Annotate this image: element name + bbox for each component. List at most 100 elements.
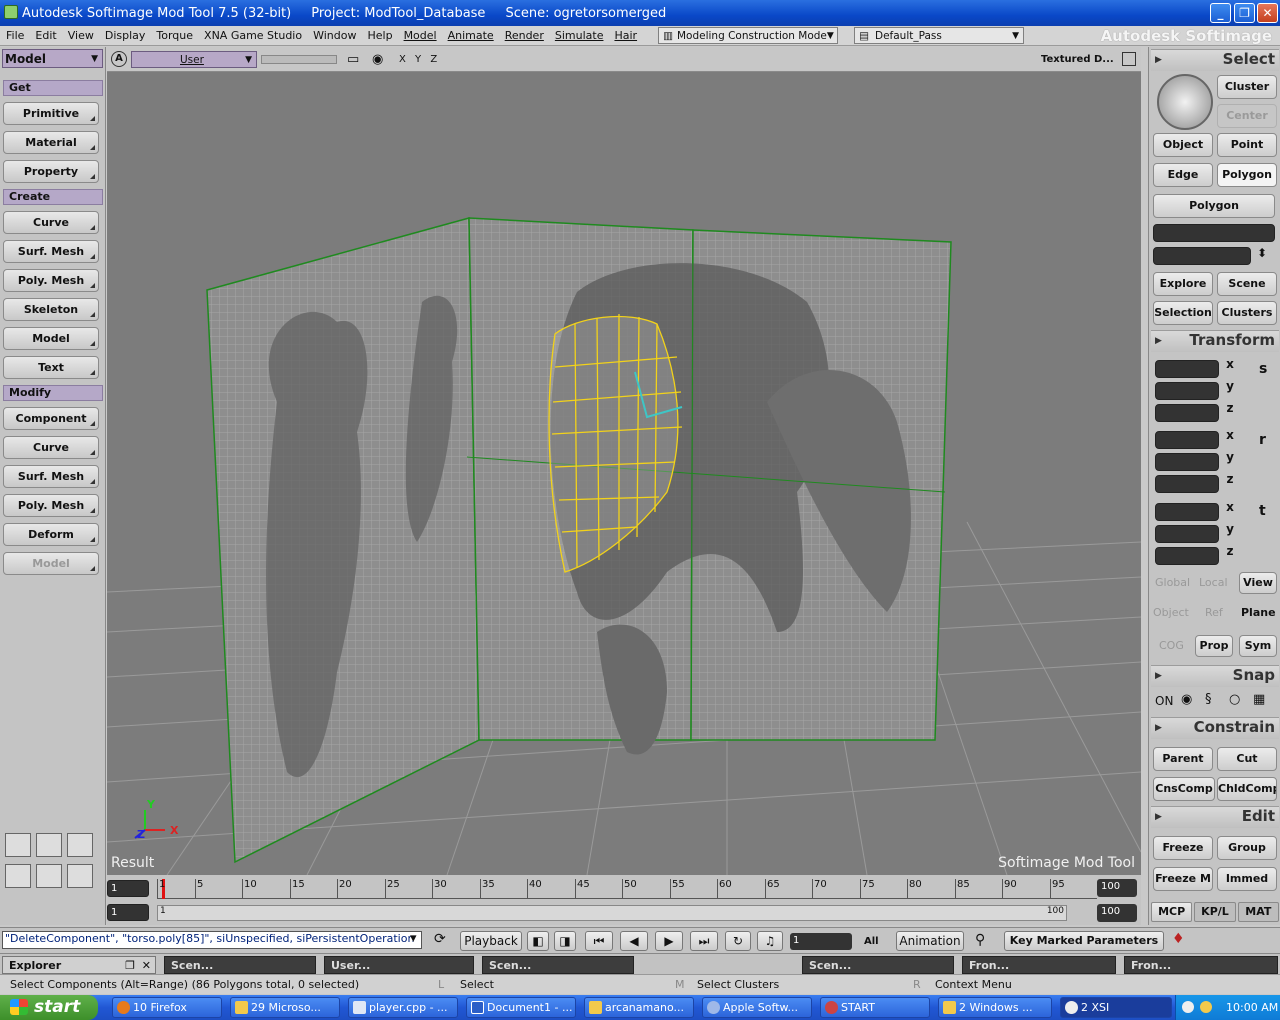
playback-menu[interactable]: Playback	[460, 931, 522, 951]
close-button[interactable]: ✕	[1257, 3, 1278, 23]
global-option[interactable]: Global	[1155, 576, 1190, 589]
translate-x-field[interactable]	[1155, 503, 1219, 521]
task-apple-software[interactable]: Apple Softw...	[702, 997, 812, 1018]
key-marked-parameters-button[interactable]: Key Marked Parameters	[1004, 931, 1164, 951]
menu-hair[interactable]: Hair	[614, 29, 637, 42]
animation-menu[interactable]: Animation	[896, 931, 964, 951]
deform-button[interactable]: Deform	[3, 523, 99, 546]
constrain-header[interactable]: Constrain	[1151, 717, 1279, 739]
prev-key-icon[interactable]: ◧	[527, 931, 549, 951]
ref-option[interactable]: Ref	[1205, 606, 1223, 619]
task-xsi[interactable]: 2 XSI	[1060, 997, 1172, 1018]
task-firefox[interactable]: 10 Firefox	[112, 997, 222, 1018]
rotate-z-field[interactable]	[1155, 475, 1219, 493]
rotate-y-field[interactable]	[1155, 453, 1219, 471]
construction-mode-dropdown[interactable]: ▥ Modeling Construction Mode ▼	[658, 27, 839, 44]
sym-option[interactable]: Sym	[1239, 635, 1277, 657]
maximize-viewport-icon[interactable]	[1122, 52, 1136, 66]
loop-icon[interactable]: ↻	[725, 931, 751, 951]
polygon-button[interactable]: Polygon	[1217, 163, 1277, 187]
menu-render[interactable]: Render	[505, 29, 544, 42]
material-button[interactable]: Material	[3, 131, 99, 154]
3d-viewport[interactable]: Y X Z Result Softimage Mod Tool	[107, 72, 1141, 875]
component-button[interactable]: Component	[3, 407, 99, 430]
view-slots[interactable]	[261, 55, 337, 64]
edge-button[interactable]: Edge	[1153, 163, 1213, 187]
play-backward-icon[interactable]: ◀	[620, 931, 648, 951]
start-button[interactable]: start	[0, 995, 98, 1020]
task-arcanamano[interactable]: arcanamano...	[584, 997, 694, 1018]
eye-icon[interactable]: ◉	[372, 52, 383, 67]
menu-xna[interactable]: XNA Game Studio	[204, 29, 302, 42]
object-ref-option[interactable]: Object	[1153, 606, 1189, 619]
menu-animate[interactable]: Animate	[448, 29, 494, 42]
transform-header[interactable]: Transform	[1151, 330, 1279, 352]
command-history-icon[interactable]: ▾	[410, 931, 417, 946]
scene-view-tab-3[interactable]: Scen...	[802, 956, 954, 974]
scale-icon[interactable]: s	[1259, 361, 1267, 377]
snap-surface-icon[interactable]: ○	[1229, 692, 1240, 707]
stepper-icon[interactable]: ⬍	[1257, 246, 1267, 260]
menu-torque[interactable]: Torque	[156, 29, 193, 42]
last-frame-icon[interactable]: ⏭	[690, 931, 718, 951]
front-view-tab-2[interactable]: Fron...	[1124, 956, 1278, 974]
plane-option[interactable]: Plane	[1241, 606, 1276, 619]
script-editor-icon[interactable]: ⟳	[434, 931, 446, 947]
cut-button[interactable]: Cut	[1217, 747, 1277, 771]
toolbar-selector[interactable]: Model ▼	[2, 49, 103, 68]
tray-app-icon[interactable]	[1200, 1001, 1212, 1013]
rotate-x-field[interactable]	[1155, 431, 1219, 449]
menu-window[interactable]: Window	[313, 29, 356, 42]
selection-field[interactable]	[1153, 224, 1275, 242]
modify-curve-button[interactable]: Curve	[3, 436, 99, 459]
create-curve-button[interactable]: Curve	[3, 211, 99, 234]
all-option[interactable]: All	[864, 936, 879, 947]
next-key-icon[interactable]: ◨	[554, 931, 576, 951]
parent-button[interactable]: Parent	[1153, 747, 1213, 771]
snap-grid-icon[interactable]: ▦	[1253, 692, 1265, 707]
view-option[interactable]: View	[1239, 572, 1277, 594]
layout-grid-icon[interactable]	[67, 864, 93, 888]
property-button[interactable]: Property	[3, 160, 99, 183]
selection-filter-field[interactable]	[1153, 247, 1251, 265]
rotate-icon[interactable]: r	[1259, 432, 1266, 448]
task-player-cpp[interactable]: player.cpp - ...	[348, 997, 458, 1018]
timeline-ruler[interactable]: 1 5 10 15 20 25 30 35 40 45 50 55 60 65 70 75 80 85 90 95	[157, 879, 1097, 899]
camera-icon[interactable]: ▭	[347, 52, 359, 67]
tab-kpl[interactable]: KP/L	[1194, 902, 1236, 922]
snap-point-icon[interactable]: ◉	[1181, 692, 1192, 707]
close-icon[interactable]: ✕	[142, 957, 151, 973]
layout-tile-icon[interactable]	[5, 864, 31, 888]
first-frame-icon[interactable]: ⏮	[585, 931, 613, 951]
select-header[interactable]: Select	[1151, 49, 1279, 71]
select-arrow-icon[interactable]	[1157, 74, 1213, 130]
polygon-menu-button[interactable]: Polygon	[1153, 194, 1275, 218]
range-end-field[interactable]: 100	[1097, 904, 1137, 922]
task-microsoft[interactable]: 29 Microso...	[230, 997, 340, 1018]
group-button[interactable]: Group	[1217, 836, 1277, 860]
layout-four-icon[interactable]	[67, 833, 93, 857]
menu-simulate[interactable]: Simulate	[555, 29, 604, 42]
object-button[interactable]: Object	[1153, 133, 1213, 157]
keyframe-icon[interactable]: ♦	[1172, 931, 1185, 947]
clusters-button[interactable]: Clusters	[1217, 301, 1277, 325]
modify-surf-mesh-button[interactable]: Surf. Mesh	[3, 465, 99, 488]
chldcomp-button[interactable]: ChldComp	[1217, 777, 1277, 801]
layout-vertical-icon[interactable]	[36, 864, 62, 888]
play-forward-icon[interactable]: ▶	[655, 931, 683, 951]
tab-mat[interactable]: MAT	[1237, 902, 1279, 922]
menu-help[interactable]: Help	[367, 29, 392, 42]
minimize-button[interactable]: _	[1210, 3, 1231, 23]
selection-button[interactable]: Selection	[1153, 301, 1213, 325]
tab-mcp[interactable]: MCP	[1151, 902, 1193, 922]
create-surf-mesh-button[interactable]: Surf. Mesh	[3, 240, 99, 263]
snap-on-toggle[interactable]: ON	[1155, 694, 1173, 708]
scale-z-field[interactable]	[1155, 404, 1219, 422]
viewport-letter-icon[interactable]: A	[111, 51, 127, 67]
local-option[interactable]: Local	[1199, 576, 1228, 589]
translate-icon[interactable]: t	[1259, 503, 1266, 519]
timeline-end-field[interactable]: 100	[1097, 879, 1137, 897]
layout-split-icon[interactable]	[36, 833, 62, 857]
task-windows[interactable]: 2 Windows ...	[938, 997, 1052, 1018]
modify-model-button[interactable]: Model	[3, 552, 99, 575]
